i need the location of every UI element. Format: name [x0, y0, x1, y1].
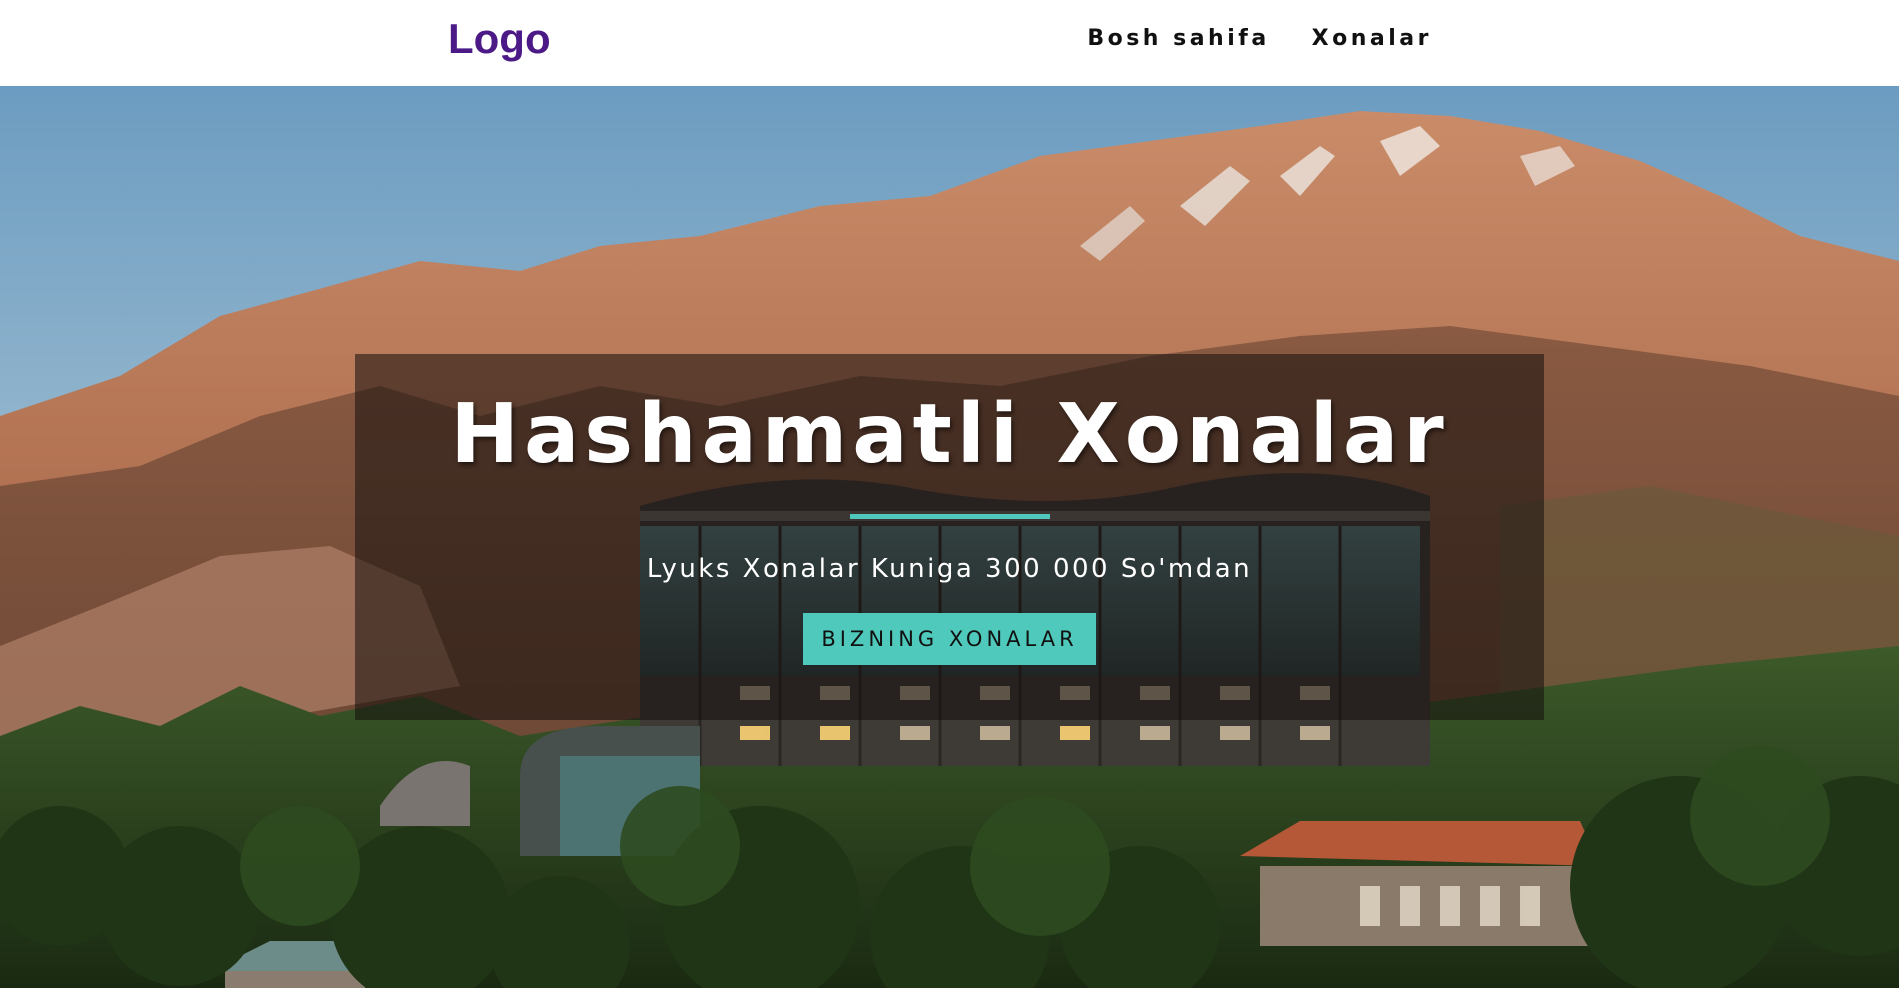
logo[interactable]: Logo [448, 18, 551, 60]
nav-link-rooms[interactable]: Xonalar [1312, 28, 1432, 50]
nav-link-home[interactable]: Bosh sahifa [1087, 28, 1269, 50]
our-rooms-button[interactable]: BIZNING XONALAR [803, 613, 1096, 665]
hero-section: Hashamatli Xonalar Lyuks Xonalar Kuniga … [0, 86, 1899, 988]
nav-links: Bosh sahifa Xonalar [1087, 28, 1432, 50]
title-underline [850, 514, 1050, 519]
hero-subtitle: Lyuks Xonalar Kuniga 300 000 So'mdan [646, 554, 1253, 584]
hero-text-overlay: Hashamatli Xonalar Lyuks Xonalar Kuniga … [355, 354, 1544, 720]
hero-title: Hashamatli Xonalar [450, 387, 1449, 482]
top-navbar: Logo Bosh sahifa Xonalar [0, 0, 1899, 86]
